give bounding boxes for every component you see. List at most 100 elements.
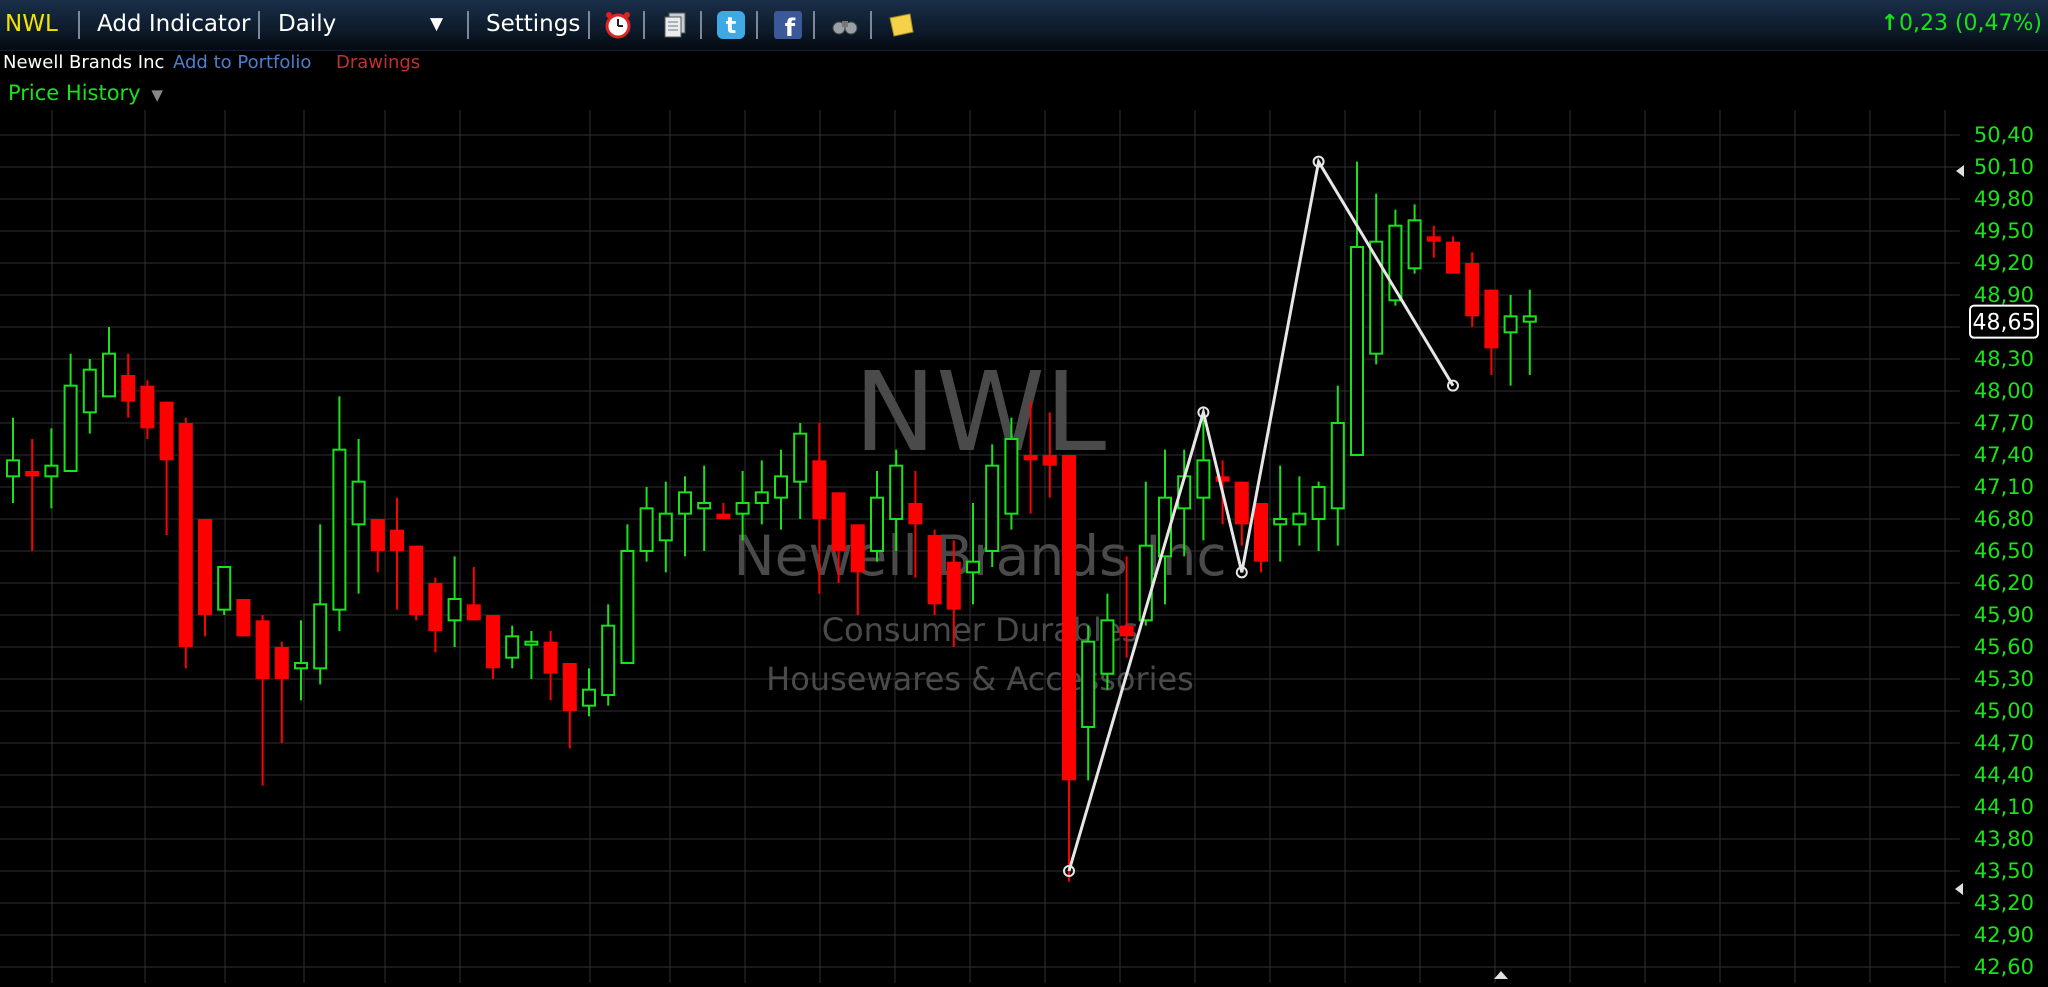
candle-body [63, 384, 78, 472]
candle-up [1081, 625, 1096, 781]
candle-up [524, 631, 539, 679]
candle-body [658, 512, 673, 542]
candle-body [102, 352, 116, 398]
y-tick-label: 50,40 [1974, 123, 2034, 147]
y-axis: 50,4050,1049,8049,5049,2048,9048,6048,30… [1974, 123, 2034, 979]
candle-up [1273, 465, 1288, 562]
toolbar-divider [643, 11, 645, 39]
y-tick-label: 45,90 [1974, 603, 2034, 627]
candle-up [1311, 481, 1326, 551]
candle-down [236, 599, 251, 637]
drawings-link[interactable]: Drawings [336, 52, 420, 73]
scroll-marker-icon[interactable] [1494, 971, 1508, 979]
svg-text:t: t [726, 14, 737, 39]
candle-body [870, 496, 884, 552]
candle-down [255, 615, 270, 786]
candle-body [927, 535, 942, 605]
binoculars-icon[interactable] [830, 10, 860, 40]
candle-up [793, 423, 808, 519]
company-name: Newell Brands Inc [3, 52, 165, 73]
candle-body [6, 459, 20, 478]
facebook-icon[interactable]: f [773, 10, 803, 42]
candle-up [294, 620, 308, 701]
sticky-note-icon[interactable] [886, 10, 916, 40]
candle-up [332, 396, 347, 631]
candle-body [620, 550, 635, 664]
symbol-input[interactable]: NWL [5, 0, 58, 50]
y-tick-label: 45,00 [1974, 699, 2034, 723]
candle-down [562, 663, 577, 749]
top-toolbar: NWL Add Indicator Daily ▼ Settings t f ↑… [0, 0, 2048, 51]
candle-body [1350, 246, 1364, 456]
settings-button[interactable]: Settings [486, 0, 580, 50]
document-stack-icon[interactable] [660, 10, 690, 40]
candle-down [178, 417, 193, 669]
candle-down [1234, 481, 1249, 546]
chevron-down-icon: ▼ [430, 14, 444, 34]
chart-svg: NWL Newell Brands Inc Consumer Durables … [0, 110, 2039, 983]
candle-body [601, 624, 616, 697]
y-tick-label: 44,40 [1974, 763, 2034, 787]
candle-body [1062, 455, 1076, 781]
candle-body [255, 620, 270, 679]
candle-up [505, 625, 520, 669]
add-indicator-button[interactable]: Add Indicator [97, 0, 250, 50]
candle-up [582, 668, 596, 717]
svg-text:f: f [785, 14, 796, 40]
price-history-menu[interactable]: Price History ▼ [8, 81, 163, 105]
candle-body [409, 545, 424, 615]
candle-down [466, 567, 481, 621]
candle-body [274, 647, 289, 679]
candle-body [428, 583, 443, 631]
y-tick-label: 49,80 [1974, 187, 2034, 211]
alarm-clock-icon[interactable] [603, 10, 633, 40]
candle-body [1023, 455, 1038, 461]
candle-down [25, 439, 40, 551]
y-tick-label: 46,20 [1974, 571, 2034, 595]
y-tick-label: 49,20 [1974, 251, 2034, 275]
candle-down [716, 503, 731, 519]
toolbar-divider [467, 11, 469, 39]
candle-up [639, 487, 654, 562]
candle-body [850, 524, 865, 573]
candle-down [159, 401, 174, 535]
candle-body [985, 464, 1000, 552]
y-tick-label: 43,80 [1974, 827, 2034, 851]
candle-body [812, 460, 827, 519]
candle-down [409, 545, 424, 621]
candle-body [1426, 236, 1441, 242]
candle-body [121, 375, 136, 402]
candle-body [82, 368, 97, 414]
candle-body [716, 513, 731, 519]
last-price-label: 48,65 [1973, 311, 2036, 336]
y-tick-label: 43,20 [1974, 891, 2034, 915]
twitter-icon[interactable]: t [716, 10, 746, 40]
price-chart[interactable]: NWL Newell Brands Inc Consumer Durables … [0, 110, 2048, 983]
candle-up [774, 449, 788, 530]
toolbar-divider [756, 11, 758, 39]
y-tick-label: 46,80 [1974, 507, 2034, 531]
y-tick-label: 47,40 [1974, 443, 2034, 467]
candle-body [466, 604, 481, 621]
candle-down [370, 519, 385, 573]
candle-body [793, 432, 808, 483]
scroll-marker-icon[interactable] [1955, 883, 1963, 895]
candle-body [543, 641, 558, 674]
candle-body [140, 385, 155, 429]
candle-body [639, 507, 654, 553]
candle-body [697, 502, 712, 510]
candle-down [1426, 225, 1441, 258]
candle-body [1503, 315, 1518, 334]
candle-body [1522, 315, 1537, 323]
interval-select[interactable]: Daily ▼ [278, 0, 450, 50]
candle-body [1234, 481, 1249, 525]
candle-down [850, 524, 865, 615]
candle-body [1446, 241, 1460, 274]
y-tick-label: 49,50 [1974, 219, 2034, 243]
candle-up [1369, 193, 1384, 365]
candle-up [351, 439, 366, 594]
add-to-portfolio-link[interactable]: Add to Portfolio [173, 52, 311, 73]
candle-body [1100, 619, 1115, 675]
candle-body [1119, 625, 1134, 637]
candle-body [1292, 512, 1307, 526]
